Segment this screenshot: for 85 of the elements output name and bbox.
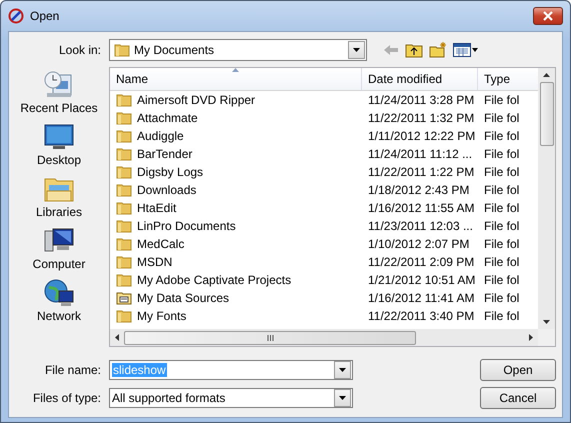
file-name-label: File name: — [44, 363, 102, 377]
horizontal-scrollbar[interactable] — [110, 329, 538, 346]
table-cell-text: 1/16/2012 11:55 AM — [367, 201, 476, 215]
folder-icon — [116, 92, 132, 108]
folder-icon — [116, 110, 132, 126]
table-cell-text: 1/10/2012 2:07 PM — [367, 237, 470, 251]
folder-icon — [116, 128, 132, 144]
file-row-name[interactable]: MedCalc — [110, 236, 362, 252]
file-row-name[interactable]: BarTender — [110, 146, 362, 162]
file-row-name[interactable]: My Adobe Captivate Projects — [110, 272, 362, 288]
scrollbar-corner — [538, 329, 555, 346]
table-cell-text: File fol — [483, 255, 520, 269]
file-row-name[interactable]: My Data Sources — [110, 290, 362, 306]
table-cell-text: File fol — [483, 129, 520, 143]
dropdown-arrow-icon — [339, 368, 346, 372]
window-title: Open — [30, 9, 60, 23]
table-cell-text: 1/16/2012 11:41 AM — [367, 291, 476, 305]
folder-icon — [116, 218, 132, 234]
table-cell-text: 11/22/2011 3:40 PM — [367, 309, 476, 323]
folder-icon — [116, 164, 132, 180]
table-cell-text: 11/24/2011 11:12 ... — [367, 147, 474, 161]
data-folder-icon — [116, 290, 132, 306]
file-row-name[interactable]: Audiggle — [110, 128, 362, 144]
folder-icon — [116, 272, 132, 288]
folder-icon — [116, 146, 132, 162]
table-cell-text: 11/24/2011 3:28 PM — [367, 93, 476, 107]
grip-icon — [266, 334, 274, 340]
globe-monitor-icon — [42, 277, 75, 309]
folder-icon — [116, 308, 132, 324]
scroll-thumb[interactable] — [540, 82, 554, 146]
file-row-name[interactable]: My Fonts — [110, 308, 362, 324]
table-cell-text: File fol — [483, 309, 520, 323]
sort-arrow-icon — [232, 68, 239, 72]
folder-icon — [116, 200, 132, 216]
table-cell-text: 11/23/2011 12:03 ... — [367, 219, 474, 233]
place-item[interactable]: Network — [36, 277, 81, 325]
up-folder-icon[interactable] — [405, 42, 423, 58]
dropdown-arrow-icon — [353, 48, 360, 52]
table-cell-text: File fol — [483, 183, 520, 197]
cancel-button[interactable]: Cancel — [480, 387, 556, 409]
place-item[interactable]: Libraries — [36, 173, 82, 221]
file-row-name[interactable]: LinPro Documents — [110, 218, 362, 234]
close-icon — [543, 11, 553, 21]
dropdown-arrow-icon — [339, 396, 346, 400]
folder-icon — [116, 254, 132, 270]
file-row-name[interactable]: Digsby Logs — [110, 164, 362, 180]
table-cell-text: File fol — [483, 237, 520, 251]
table-cell-text: File fol — [483, 273, 520, 287]
place-item[interactable]: Computer — [32, 225, 86, 273]
new-folder-icon[interactable] — [429, 42, 447, 58]
scroll-thumb[interactable] — [124, 330, 416, 344]
table-cell-text: File fol — [483, 291, 520, 305]
file-row-name[interactable]: Aimersoft DVD Ripper — [110, 92, 362, 108]
folder-icon — [116, 182, 132, 198]
folder-icon — [116, 236, 132, 252]
file-row-name[interactable]: HtaEdit — [110, 200, 362, 216]
place-item[interactable]: Recent Places — [20, 69, 98, 117]
table-cell-text: 11/22/2011 1:22 PM — [367, 165, 476, 179]
file-type-label: Files of type: — [32, 391, 102, 405]
table-cell-text: File fol — [483, 111, 520, 125]
open-button[interactable]: Open — [480, 359, 556, 381]
column-header[interactable]: Type — [478, 68, 538, 90]
app-logo-icon — [8, 8, 24, 24]
look-in-dropdown[interactable]: My Documents — [109, 39, 367, 61]
documents-folder-icon — [114, 42, 130, 58]
file-row-name[interactable]: Attachmate — [110, 110, 362, 126]
table-cell-text: File fol — [483, 165, 520, 179]
table-cell-text: File fol — [483, 147, 520, 161]
table-cell-text: File fol — [483, 219, 520, 233]
place-item[interactable]: Desktop — [36, 121, 82, 169]
table-cell-text: 11/22/2011 2:09 PM — [367, 255, 476, 269]
table-cell-text: 1/11/2012 12:22 PM — [367, 129, 476, 143]
table-cell-text: File fol — [483, 93, 520, 107]
table-cell-text: File fol — [483, 201, 520, 215]
table-cell-text: 1/18/2012 2:43 PM — [367, 183, 470, 197]
table-cell-text: 11/22/2011 1:32 PM — [367, 111, 476, 125]
close-button[interactable] — [533, 7, 563, 25]
file-row-name[interactable]: Downloads — [110, 182, 362, 198]
table-cell-text: 1/21/2012 10:51 AM — [367, 273, 476, 287]
look-in-label: Look in: — [58, 43, 102, 57]
column-header[interactable]: Date modified — [362, 68, 478, 90]
file-type-dropdown[interactable]: All supported formats — [109, 388, 353, 408]
vertical-scrollbar[interactable] — [538, 68, 555, 329]
view-menu-icon[interactable] — [453, 43, 479, 57]
file-row-name[interactable]: MSDN — [110, 254, 362, 270]
